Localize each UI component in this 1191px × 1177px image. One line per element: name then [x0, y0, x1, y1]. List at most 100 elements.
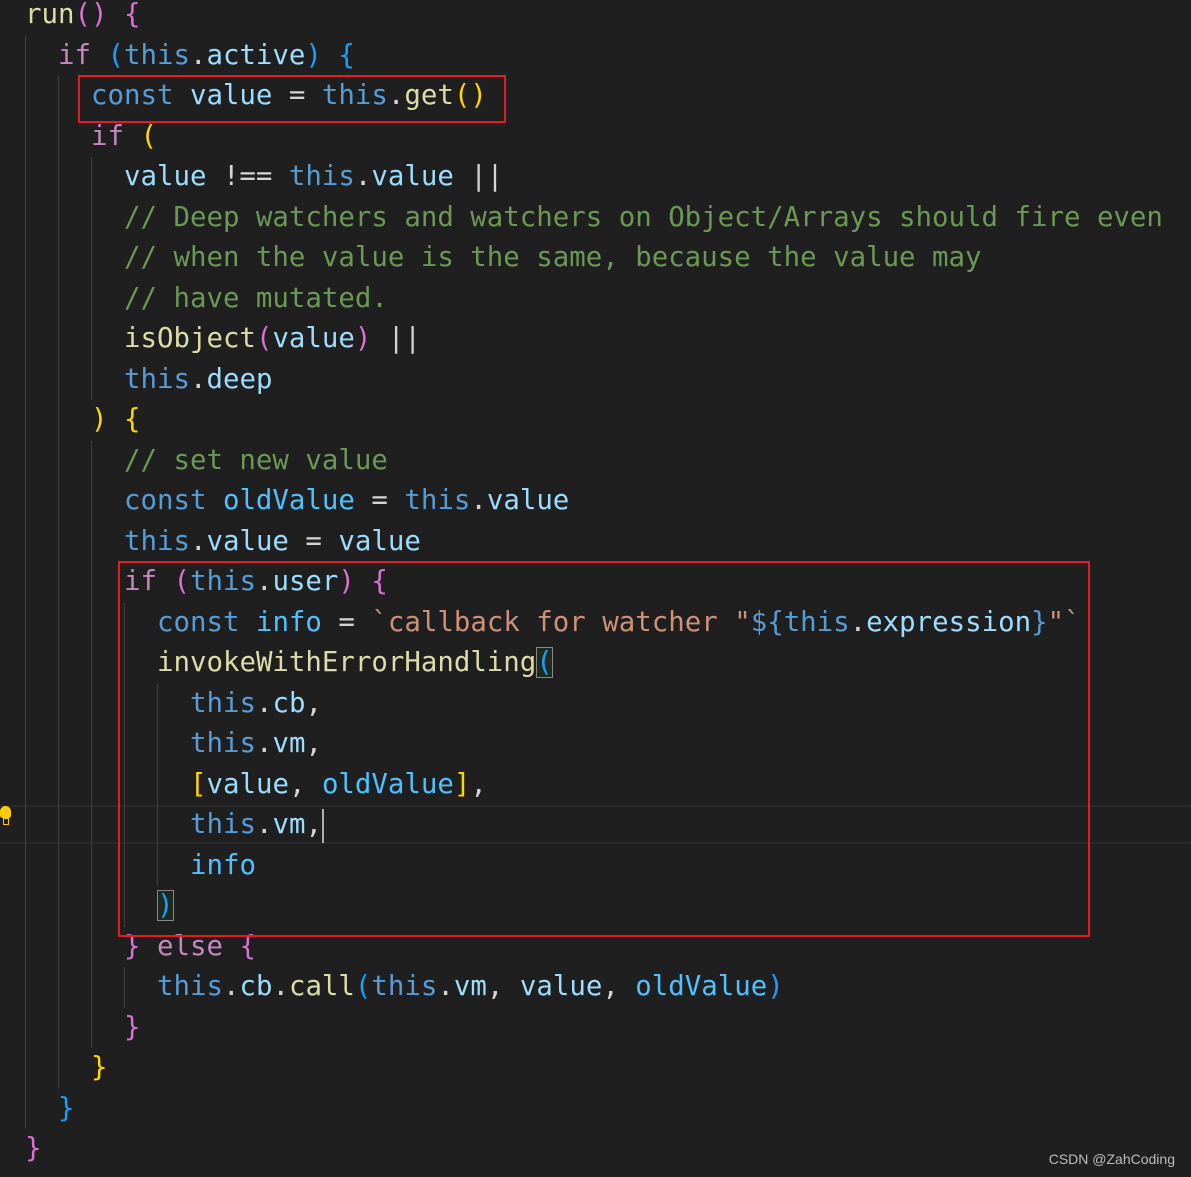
- indent-guide: [25, 643, 26, 684]
- code-token: info: [190, 849, 256, 881]
- code-token: =: [354, 485, 405, 516]
- code-token: user: [272, 566, 339, 597]
- code-line[interactable]: const value = this.get(): [0, 76, 1191, 117]
- indent-guide: [25, 845, 26, 886]
- code-line[interactable]: // when the value is the same, because t…: [0, 238, 1191, 279]
- indent-guide: [58, 359, 59, 400]
- code-token: }: [25, 1133, 42, 1164]
- code-line[interactable]: }: [0, 1048, 1191, 1089]
- indent-guide: [25, 805, 26, 846]
- code-token: this: [124, 525, 190, 557]
- indent-guide: [91, 724, 92, 765]
- code-token: value: [486, 485, 570, 516]
- code-token: .: [437, 971, 454, 1002]
- code-token: ,: [486, 971, 520, 1002]
- indent-guide: [25, 278, 26, 319]
- indent-guide: [58, 886, 59, 927]
- code-line[interactable]: run() {: [0, 0, 1191, 36]
- indent-guide: [25, 724, 26, 765]
- code-token: this: [404, 485, 471, 516]
- code-token: vm: [453, 971, 487, 1002]
- code-line[interactable]: this.vm,: [0, 724, 1191, 765]
- code-token: .: [470, 485, 487, 516]
- code-editor[interactable]: run() {if (this.active) {const value = t…: [0, 0, 1191, 1170]
- code-token: .: [272, 971, 289, 1002]
- code-token: .: [222, 971, 240, 1002]
- code-token: ,: [305, 809, 322, 840]
- indent-guide: [58, 562, 59, 603]
- code-token: const: [157, 606, 240, 638]
- code-line[interactable]: info: [0, 845, 1191, 886]
- indent-guide: [58, 683, 59, 724]
- indent-guide: [91, 886, 92, 927]
- code-line[interactable]: } else {: [0, 926, 1191, 967]
- indent-guide: [157, 764, 158, 805]
- code-line[interactable]: this.vm,: [0, 805, 1191, 846]
- indent-guide: [58, 319, 59, 360]
- indent-guide: [91, 643, 92, 684]
- code-line[interactable]: ): [0, 886, 1191, 927]
- code-line[interactable]: this.cb.call(this.vm, value, oldValue): [0, 967, 1191, 1008]
- code-token: value: [338, 525, 421, 557]
- code-token: this: [123, 39, 190, 71]
- code-line[interactable]: }: [0, 1007, 1191, 1048]
- code-line[interactable]: isObject(value) ||: [0, 319, 1191, 360]
- indent-guide: [25, 926, 26, 967]
- code-token: value: [124, 161, 207, 192]
- code-token: cb: [239, 971, 273, 1002]
- code-line[interactable]: if (: [0, 116, 1191, 157]
- code-line[interactable]: value !== this.value ||: [0, 157, 1191, 198]
- indent-guide: [124, 764, 125, 805]
- indent-guide: [91, 562, 92, 603]
- code-line[interactable]: if (this.user) {: [0, 562, 1191, 603]
- indent-guide: [91, 319, 92, 360]
- code-line[interactable]: const oldValue = this.value: [0, 481, 1191, 522]
- code-line[interactable]: const info = `callback for watcher "${th…: [0, 602, 1191, 643]
- code-token: else: [157, 930, 223, 962]
- code-token: .: [189, 525, 207, 557]
- code-line[interactable]: }: [0, 1088, 1191, 1129]
- indent-guide: [91, 845, 92, 886]
- code-token: this: [783, 606, 850, 638]
- indent-guide: [91, 157, 92, 198]
- indent-guide: [25, 602, 26, 643]
- indent-guide: [91, 926, 92, 967]
- code-token: oldValue: [321, 768, 454, 800]
- code-line[interactable]: ) {: [0, 400, 1191, 441]
- code-line[interactable]: this.deep: [0, 359, 1191, 400]
- indent-guide: [58, 116, 59, 157]
- code-token: this: [189, 566, 256, 597]
- code-token: ,: [305, 728, 322, 759]
- code-token: .: [354, 161, 372, 192]
- indent-guide: [25, 359, 26, 400]
- code-line[interactable]: // have mutated.: [0, 278, 1191, 319]
- code-line[interactable]: // Deep watchers and watchers on Object/…: [0, 197, 1191, 238]
- code-line[interactable]: if (this.active) {: [0, 35, 1191, 76]
- code-token: vm: [272, 728, 306, 759]
- code-token: ,: [305, 687, 322, 719]
- code-line[interactable]: // set new value: [0, 440, 1191, 481]
- code-line[interactable]: this.cb,: [0, 683, 1191, 724]
- indent-guide: [91, 683, 92, 724]
- indent-guide: [91, 521, 92, 562]
- indent-guide: [25, 886, 26, 927]
- code-token: if: [58, 39, 91, 71]
- lightbulb-icon[interactable]: [0, 806, 11, 825]
- indent-guide: [124, 683, 125, 724]
- indent-guide: [25, 440, 26, 481]
- code-token: ,: [288, 768, 322, 800]
- watermark: CSDN @ZahCoding: [1048, 1151, 1175, 1167]
- code-token: info: [255, 606, 322, 638]
- indent-guide: [25, 157, 26, 198]
- indent-guide: [25, 1007, 26, 1048]
- code-token: ||: [371, 323, 421, 354]
- indent-guide: [124, 643, 125, 684]
- code-line[interactable]: [value, oldValue],: [0, 764, 1191, 805]
- code-line[interactable]: invokeWithErrorHandling(: [0, 643, 1191, 684]
- code-line[interactable]: this.value = value: [0, 521, 1191, 562]
- code-line[interactable]: }: [0, 1129, 1191, 1170]
